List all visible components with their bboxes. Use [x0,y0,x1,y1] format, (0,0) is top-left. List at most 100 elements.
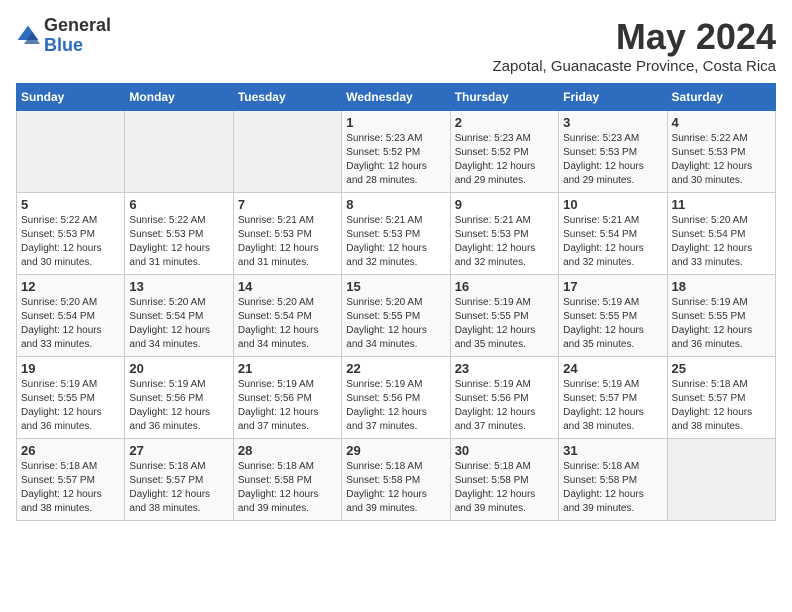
calendar-cell: 17 Sunrise: 5:19 AM Sunset: 5:55 PM Dayli… [559,275,667,357]
week-row-1: 5Sunrise: 5:22 AM Sunset: 5:53 PM Daylig… [17,193,776,275]
cell-content: Sunrise: 5:22 AM Sunset: 5:53 PM Dayligh… [21,214,120,270]
header-cell-sunday: Sunday [17,84,125,111]
header: General Blue May 2024 Zapotal, Guanacast… [16,16,776,75]
calendar-cell: 4 Sunrise: 5:22 AM Sunset: 5:53 PM Daylig… [667,111,775,193]
day-number: 11 [672,197,771,212]
cell-content: Sunrise: 5:19 AM Sunset: 5:55 PM Dayligh… [672,296,771,352]
calendar-cell: 12 Sunrise: 5:20 AM Sunset: 5:54 PM Dayli… [17,275,125,357]
cell-content: Sunrise: 5:21 AM Sunset: 5:53 PM Dayligh… [455,214,554,270]
title-area: May 2024 Zapotal, Guanacaste Province, C… [493,16,776,75]
header-cell-saturday: Saturday [667,84,775,111]
day-number: 8 [346,197,445,212]
cell-content: Sunrise: 5:21 AM Sunset: 5:53 PM Dayligh… [346,214,445,270]
cell-content: Sunrise: 5:18 AM Sunset: 5:58 PM Dayligh… [455,460,554,516]
day-number: 10 [563,197,662,212]
cell-content: Sunrise: 5:19 AM Sunset: 5:56 PM Dayligh… [455,378,554,434]
logo-icon [16,24,40,48]
day-number: 6 [129,197,228,212]
month-title: May 2024 [493,16,776,58]
calendar-cell: 10 Sunrise: 5:21 AM Sunset: 5:54 PM Dayli… [559,193,667,275]
calendar-cell: 2Sunrise: 5:23 AM Sunset: 5:52 PM Daylig… [450,111,558,193]
day-number: 9 [455,197,554,212]
day-number: 12 [21,279,120,294]
header-row: SundayMondayTuesdayWednesdayThursdayFrid… [17,84,776,111]
header-cell-friday: Friday [559,84,667,111]
day-number: 29 [346,443,445,458]
calendar-cell: 15 Sunrise: 5:20 AM Sunset: 5:55 PM Dayli… [342,275,450,357]
calendar-cell: 3 Sunrise: 5:23 AM Sunset: 5:53 PM Daylig… [559,111,667,193]
cell-content: Sunrise: 5:19 AM Sunset: 5:55 PM Dayligh… [563,296,662,352]
day-number: 23 [455,361,554,376]
day-number: 24 [563,361,662,376]
cell-content: Sunrise: 5:22 AM Sunset: 5:53 PM Dayligh… [129,214,228,270]
day-number: 26 [21,443,120,458]
calendar-header: SundayMondayTuesdayWednesdayThursdayFrid… [17,84,776,111]
week-row-4: 26 Sunrise: 5:18 AM Sunset: 5:57 PM Dayli… [17,439,776,521]
header-cell-tuesday: Tuesday [233,84,341,111]
cell-content: Sunrise: 5:20 AM Sunset: 5:54 PM Dayligh… [129,296,228,352]
calendar-cell: 25Sunrise: 5:18 AM Sunset: 5:57 PM Dayli… [667,357,775,439]
cell-content: Sunrise: 5:19 AM Sunset: 5:55 PM Dayligh… [455,296,554,352]
cell-content: Sunrise: 5:20 AM Sunset: 5:54 PM Dayligh… [238,296,337,352]
calendar-cell [667,439,775,521]
day-number: 14 [238,279,337,294]
calendar-body: 1 Sunrise: 5:23 AM Sunset: 5:52 PM Daylig… [17,111,776,521]
calendar-cell: 20 Sunrise: 5:19 AM Sunset: 5:56 PM Dayli… [125,357,233,439]
day-number: 21 [238,361,337,376]
calendar-cell [125,111,233,193]
cell-content: Sunrise: 5:20 AM Sunset: 5:54 PM Dayligh… [21,296,120,352]
day-number: 20 [129,361,228,376]
day-number: 17 [563,279,662,294]
week-row-0: 1 Sunrise: 5:23 AM Sunset: 5:52 PM Daylig… [17,111,776,193]
cell-content: Sunrise: 5:19 AM Sunset: 5:56 PM Dayligh… [129,378,228,434]
calendar-cell: 1 Sunrise: 5:23 AM Sunset: 5:52 PM Daylig… [342,111,450,193]
calendar-cell: 29 Sunrise: 5:18 AM Sunset: 5:58 PM Dayli… [342,439,450,521]
calendar-cell: 19Sunrise: 5:19 AM Sunset: 5:55 PM Dayli… [17,357,125,439]
calendar-cell: 22Sunrise: 5:19 AM Sunset: 5:56 PM Dayli… [342,357,450,439]
calendar-cell: 6 Sunrise: 5:22 AM Sunset: 5:53 PM Daylig… [125,193,233,275]
logo-blue-text: Blue [44,36,111,56]
calendar-cell: 23 Sunrise: 5:19 AM Sunset: 5:56 PM Dayli… [450,357,558,439]
logo-text: General Blue [44,16,111,56]
cell-content: Sunrise: 5:18 AM Sunset: 5:57 PM Dayligh… [129,460,228,516]
calendar-cell: 7 Sunrise: 5:21 AM Sunset: 5:53 PM Daylig… [233,193,341,275]
logo: General Blue [16,16,111,56]
cell-content: Sunrise: 5:18 AM Sunset: 5:58 PM Dayligh… [238,460,337,516]
cell-content: Sunrise: 5:22 AM Sunset: 5:53 PM Dayligh… [672,132,771,188]
day-number: 4 [672,115,771,130]
calendar-cell: 27 Sunrise: 5:18 AM Sunset: 5:57 PM Dayli… [125,439,233,521]
day-number: 28 [238,443,337,458]
cell-content: Sunrise: 5:18 AM Sunset: 5:57 PM Dayligh… [21,460,120,516]
day-number: 31 [563,443,662,458]
day-number: 19 [21,361,120,376]
day-number: 7 [238,197,337,212]
cell-content: Sunrise: 5:23 AM Sunset: 5:52 PM Dayligh… [346,132,445,188]
cell-content: Sunrise: 5:18 AM Sunset: 5:58 PM Dayligh… [346,460,445,516]
calendar-cell: 24 Sunrise: 5:19 AM Sunset: 5:57 PM Dayli… [559,357,667,439]
calendar-cell: 8 Sunrise: 5:21 AM Sunset: 5:53 PM Daylig… [342,193,450,275]
calendar-cell: 31Sunrise: 5:18 AM Sunset: 5:58 PM Dayli… [559,439,667,521]
location-title: Zapotal, Guanacaste Province, Costa Rica [493,58,776,75]
calendar-cell: 28 Sunrise: 5:18 AM Sunset: 5:58 PM Dayli… [233,439,341,521]
day-number: 3 [563,115,662,130]
cell-content: Sunrise: 5:23 AM Sunset: 5:52 PM Dayligh… [455,132,554,188]
cell-content: Sunrise: 5:20 AM Sunset: 5:54 PM Dayligh… [672,214,771,270]
calendar-cell: 18 Sunrise: 5:19 AM Sunset: 5:55 PM Dayli… [667,275,775,357]
day-number: 1 [346,115,445,130]
cell-content: Sunrise: 5:21 AM Sunset: 5:54 PM Dayligh… [563,214,662,270]
cell-content: Sunrise: 5:18 AM Sunset: 5:57 PM Dayligh… [672,378,771,434]
cell-content: Sunrise: 5:20 AM Sunset: 5:55 PM Dayligh… [346,296,445,352]
week-row-3: 19Sunrise: 5:19 AM Sunset: 5:55 PM Dayli… [17,357,776,439]
cell-content: Sunrise: 5:21 AM Sunset: 5:53 PM Dayligh… [238,214,337,270]
cell-content: Sunrise: 5:19 AM Sunset: 5:57 PM Dayligh… [563,378,662,434]
calendar-cell [17,111,125,193]
cell-content: Sunrise: 5:23 AM Sunset: 5:53 PM Dayligh… [563,132,662,188]
day-number: 16 [455,279,554,294]
calendar-cell: 5Sunrise: 5:22 AM Sunset: 5:53 PM Daylig… [17,193,125,275]
calendar-cell: 16 Sunrise: 5:19 AM Sunset: 5:55 PM Dayli… [450,275,558,357]
day-number: 15 [346,279,445,294]
day-number: 22 [346,361,445,376]
calendar-cell: 13Sunrise: 5:20 AM Sunset: 5:54 PM Dayli… [125,275,233,357]
day-number: 18 [672,279,771,294]
day-number: 27 [129,443,228,458]
